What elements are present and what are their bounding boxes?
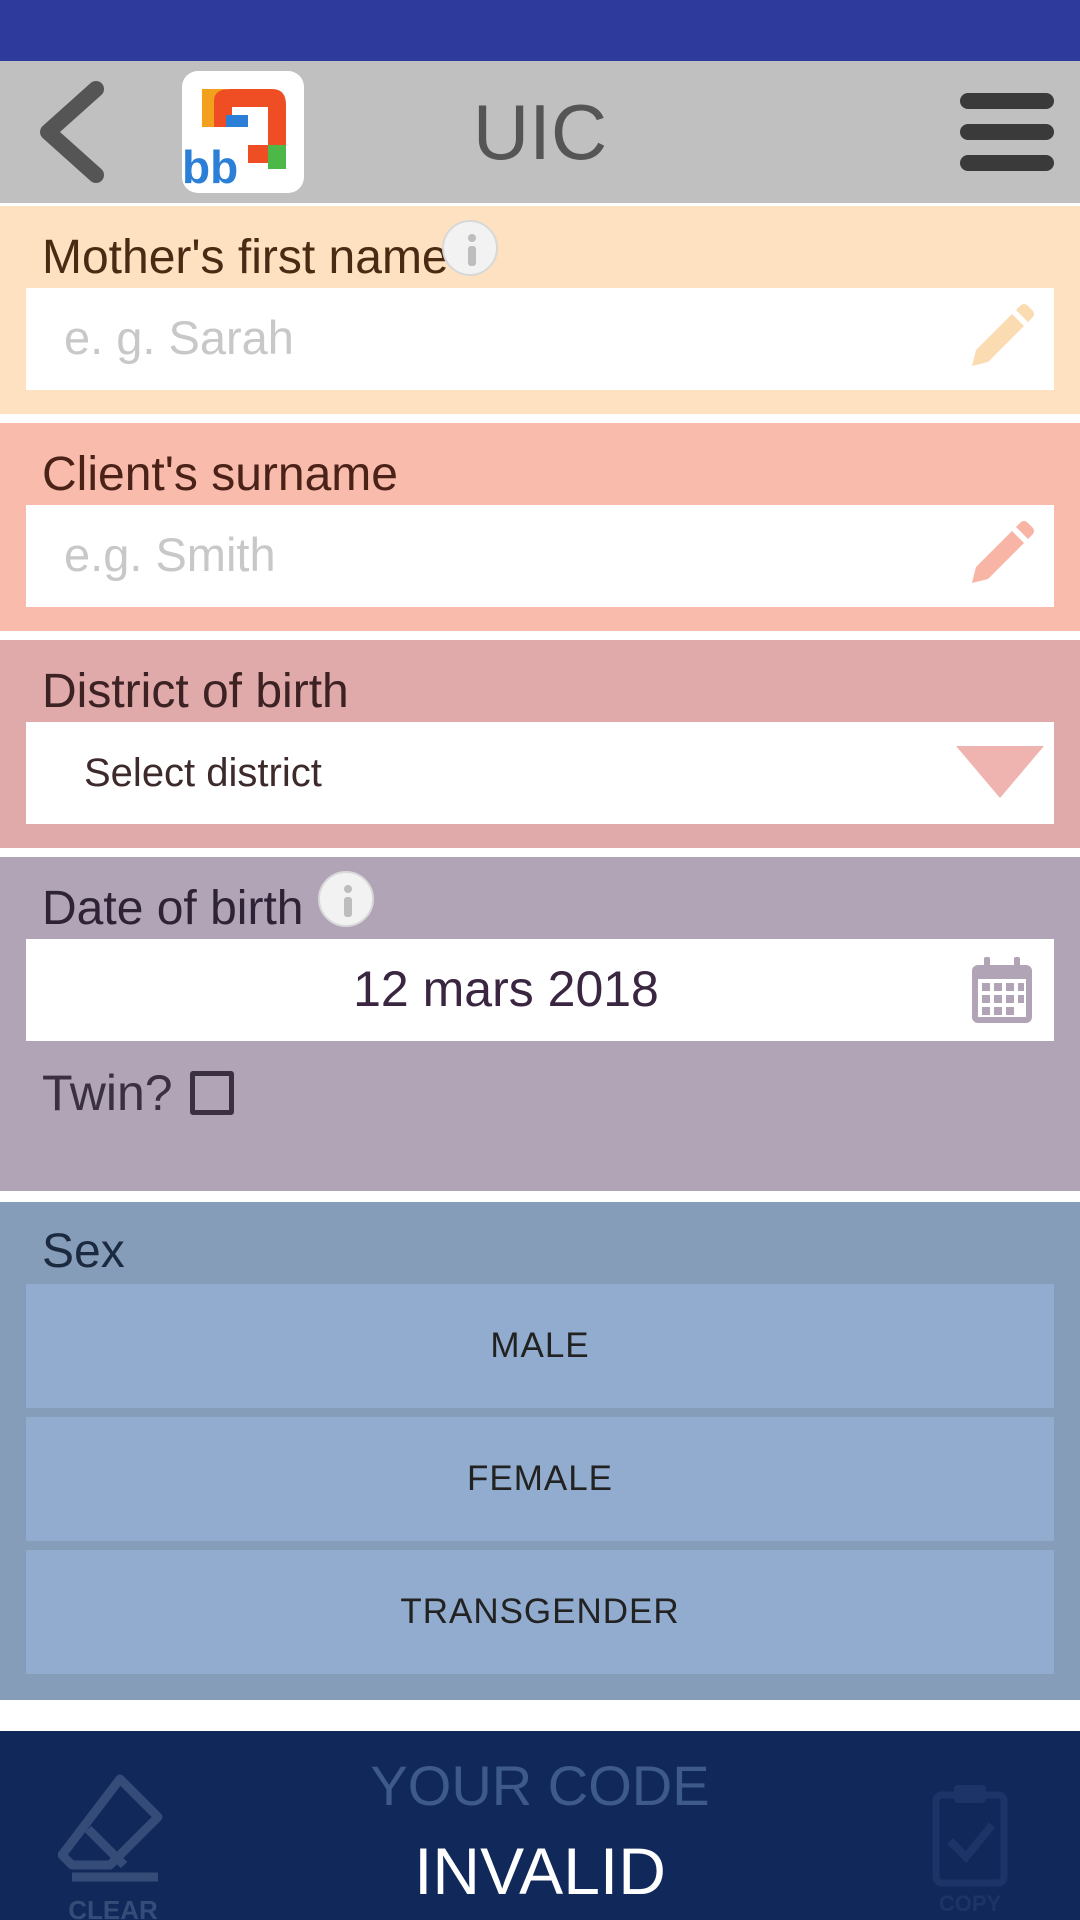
date-of-birth-value: 12 mars 2018 (353, 961, 659, 1017)
sex-option-male[interactable]: MALE (26, 1284, 1054, 1408)
client-surname-placeholder: e.g. Smith (64, 528, 276, 581)
status-bar (0, 0, 1080, 61)
mother-first-name-field[interactable]: e. g. Sarah (26, 288, 1054, 390)
pencil-icon (972, 521, 1034, 583)
date-of-birth-field[interactable]: 12 mars 2018 (26, 939, 1054, 1041)
info-icon[interactable] (442, 220, 498, 276)
clipboard-icon (932, 1785, 1008, 1887)
code-footer: CLEAR YOUR CODE INVALID COPY (0, 1731, 1080, 1920)
sex-option-transgender[interactable]: TRANSGENDER (26, 1550, 1054, 1674)
twin-label: Twin? (42, 1065, 173, 1121)
pencil-icon (972, 304, 1034, 366)
calendar-icon (972, 957, 1032, 1023)
sex-section: Sex MALE FEMALE TRANSGENDER (0, 1202, 1080, 1700)
copy-button[interactable]: COPY (930, 1781, 1010, 1916)
client-surname-field[interactable]: e.g. Smith (26, 505, 1054, 607)
code-value: INVALID (414, 1834, 666, 1908)
client-surname-section: Client's surname e.g. Smith (0, 423, 1080, 631)
district-select-value: Select district (84, 751, 322, 795)
page-title: UIC (472, 88, 608, 176)
client-surname-label: Client's surname (42, 448, 398, 501)
district-of-birth-section: District of birth Select district (0, 640, 1080, 848)
menu-button[interactable] (960, 89, 1054, 175)
date-of-birth-section: Date of birth 12 mars 2018 Twin? (0, 857, 1080, 1191)
mother-first-name-section: Mother's first name e. g. Sarah (0, 206, 1080, 414)
mother-first-name-label: Mother's first name (42, 231, 449, 284)
your-code-label: YOUR CODE (370, 1754, 710, 1817)
district-select[interactable]: Select district (26, 722, 1054, 824)
sex-option-female[interactable]: FEMALE (26, 1417, 1054, 1541)
menu-line (960, 155, 1054, 171)
date-of-birth-label: Date of birth (42, 882, 304, 935)
hamburger-menu-icon (960, 93, 1054, 109)
district-of-birth-label: District of birth (42, 665, 349, 718)
copy-label: COPY (938, 1891, 1002, 1916)
app-bar: bb UIC (0, 61, 1080, 203)
sex-label: Sex (42, 1225, 125, 1278)
menu-line (960, 124, 1054, 140)
mother-first-name-placeholder: e. g. Sarah (64, 311, 294, 364)
twin-checkbox[interactable] (190, 1071, 234, 1115)
info-icon[interactable] (318, 871, 374, 927)
dropdown-arrow-icon (956, 746, 1044, 798)
